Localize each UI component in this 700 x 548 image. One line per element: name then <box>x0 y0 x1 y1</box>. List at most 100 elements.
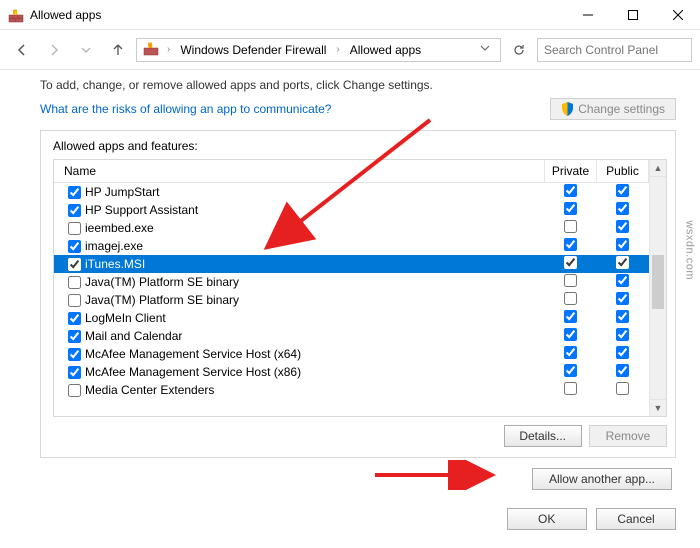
app-name: ieembed.exe <box>85 221 154 235</box>
table-row[interactable]: McAfee Management Service Host (x86) <box>54 363 649 381</box>
column-name[interactable]: Name <box>54 160 545 183</box>
allowed-apps-group: Allowed apps and features: Name Private … <box>40 130 676 458</box>
app-name: Mail and Calendar <box>85 329 182 343</box>
column-private[interactable]: Private <box>545 160 597 183</box>
change-settings-button[interactable]: Change settings <box>550 98 676 120</box>
public-checkbox[interactable] <box>616 256 629 269</box>
private-checkbox[interactable] <box>564 292 577 305</box>
shield-icon <box>561 102 574 116</box>
private-checkbox[interactable] <box>564 274 577 287</box>
firewall-icon <box>143 40 159 59</box>
app-name: McAfee Management Service Host (x64) <box>85 347 301 361</box>
public-checkbox[interactable] <box>616 220 629 233</box>
table-row[interactable]: Java(TM) Platform SE binary <box>54 291 649 309</box>
app-name: Media Center Extenders <box>85 383 214 397</box>
app-allowed-checkbox[interactable] <box>68 276 81 289</box>
app-name: imagej.exe <box>85 239 143 253</box>
private-checkbox[interactable] <box>564 256 577 269</box>
private-checkbox[interactable] <box>564 220 577 233</box>
nav-bar: › Windows Defender Firewall › Allowed ap… <box>0 30 700 70</box>
app-name: LogMeIn Client <box>85 311 166 325</box>
table-row[interactable]: HP Support Assistant <box>54 201 649 219</box>
forward-button[interactable] <box>40 36 68 64</box>
public-checkbox[interactable] <box>616 274 629 287</box>
app-allowed-checkbox[interactable] <box>68 330 81 343</box>
app-allowed-checkbox[interactable] <box>68 204 81 217</box>
scroll-thumb[interactable] <box>652 255 664 309</box>
back-button[interactable] <box>8 36 36 64</box>
column-public[interactable]: Public <box>597 160 649 183</box>
private-checkbox[interactable] <box>564 238 577 251</box>
refresh-button[interactable] <box>505 36 533 64</box>
table-row[interactable]: iTunes.MSI <box>54 255 649 273</box>
app-allowed-checkbox[interactable] <box>68 384 81 397</box>
app-allowed-checkbox[interactable] <box>68 294 81 307</box>
private-checkbox[interactable] <box>564 382 577 395</box>
search-input[interactable] <box>537 38 692 62</box>
chevron-right-icon: › <box>163 44 174 55</box>
app-allowed-checkbox[interactable] <box>68 258 81 271</box>
app-name: Java(TM) Platform SE binary <box>85 275 239 289</box>
table-row[interactable]: Media Center Extenders <box>54 381 649 399</box>
watermark: wsxdn.com <box>684 220 696 280</box>
app-allowed-checkbox[interactable] <box>68 186 81 199</box>
table-row[interactable]: Mail and Calendar <box>54 327 649 345</box>
private-checkbox[interactable] <box>564 328 577 341</box>
scroll-up-icon[interactable]: ▲ <box>650 160 666 177</box>
recent-dropdown[interactable] <box>72 36 100 64</box>
table-row[interactable]: imagej.exe <box>54 237 649 255</box>
minimize-button[interactable] <box>565 0 610 30</box>
public-checkbox[interactable] <box>616 328 629 341</box>
public-checkbox[interactable] <box>616 310 629 323</box>
maximize-button[interactable] <box>610 0 655 30</box>
public-checkbox[interactable] <box>616 184 629 197</box>
app-allowed-checkbox[interactable] <box>68 366 81 379</box>
risk-link[interactable]: What are the risks of allowing an app to… <box>40 102 331 116</box>
public-checkbox[interactable] <box>616 346 629 359</box>
public-checkbox[interactable] <box>616 202 629 215</box>
breadcrumb-segment[interactable]: Allowed apps <box>348 43 423 57</box>
private-checkbox[interactable] <box>564 202 577 215</box>
private-checkbox[interactable] <box>564 184 577 197</box>
private-checkbox[interactable] <box>564 364 577 377</box>
public-checkbox[interactable] <box>616 382 629 395</box>
app-name: Java(TM) Platform SE binary <box>85 293 239 307</box>
table-row[interactable]: LogMeIn Client <box>54 309 649 327</box>
allow-another-app-button[interactable]: Allow another app... <box>532 468 672 490</box>
address-bar[interactable]: › Windows Defender Firewall › Allowed ap… <box>136 38 501 62</box>
intro-text: To add, change, or remove allowed apps a… <box>40 78 676 92</box>
public-checkbox[interactable] <box>616 238 629 251</box>
close-button[interactable] <box>655 0 700 30</box>
scroll-down-icon[interactable]: ▼ <box>650 399 666 416</box>
apps-table: Name Private Public HP JumpStart HP Suppo… <box>53 159 667 417</box>
private-checkbox[interactable] <box>564 310 577 323</box>
chevron-right-icon: › <box>332 44 343 55</box>
cancel-button[interactable]: Cancel <box>596 508 676 530</box>
app-allowed-checkbox[interactable] <box>68 348 81 361</box>
app-name: iTunes.MSI <box>85 257 145 271</box>
ok-button[interactable]: OK <box>507 508 587 530</box>
app-allowed-checkbox[interactable] <box>68 240 81 253</box>
remove-button[interactable]: Remove <box>589 425 667 447</box>
table-row[interactable]: McAfee Management Service Host (x64) <box>54 345 649 363</box>
table-row[interactable]: Java(TM) Platform SE binary <box>54 273 649 291</box>
public-checkbox[interactable] <box>616 364 629 377</box>
public-checkbox[interactable] <box>616 292 629 305</box>
app-name: McAfee Management Service Host (x86) <box>85 365 301 379</box>
table-row[interactable]: ieembed.exe <box>54 219 649 237</box>
window-title: Allowed apps <box>30 8 101 22</box>
window-titlebar: Allowed apps <box>0 0 700 30</box>
private-checkbox[interactable] <box>564 346 577 359</box>
app-name: HP JumpStart <box>85 185 159 199</box>
scrollbar[interactable]: ▲ ▼ <box>649 160 666 416</box>
change-settings-label: Change settings <box>578 102 665 116</box>
up-button[interactable] <box>104 36 132 64</box>
app-allowed-checkbox[interactable] <box>68 222 81 235</box>
breadcrumb-segment[interactable]: Windows Defender Firewall <box>178 43 328 57</box>
address-dropdown-icon[interactable] <box>476 43 494 56</box>
table-row[interactable]: HP JumpStart <box>54 183 649 202</box>
app-allowed-checkbox[interactable] <box>68 312 81 325</box>
details-button[interactable]: Details... <box>504 425 582 447</box>
group-caption: Allowed apps and features: <box>53 139 667 153</box>
app-name: HP Support Assistant <box>85 203 198 217</box>
